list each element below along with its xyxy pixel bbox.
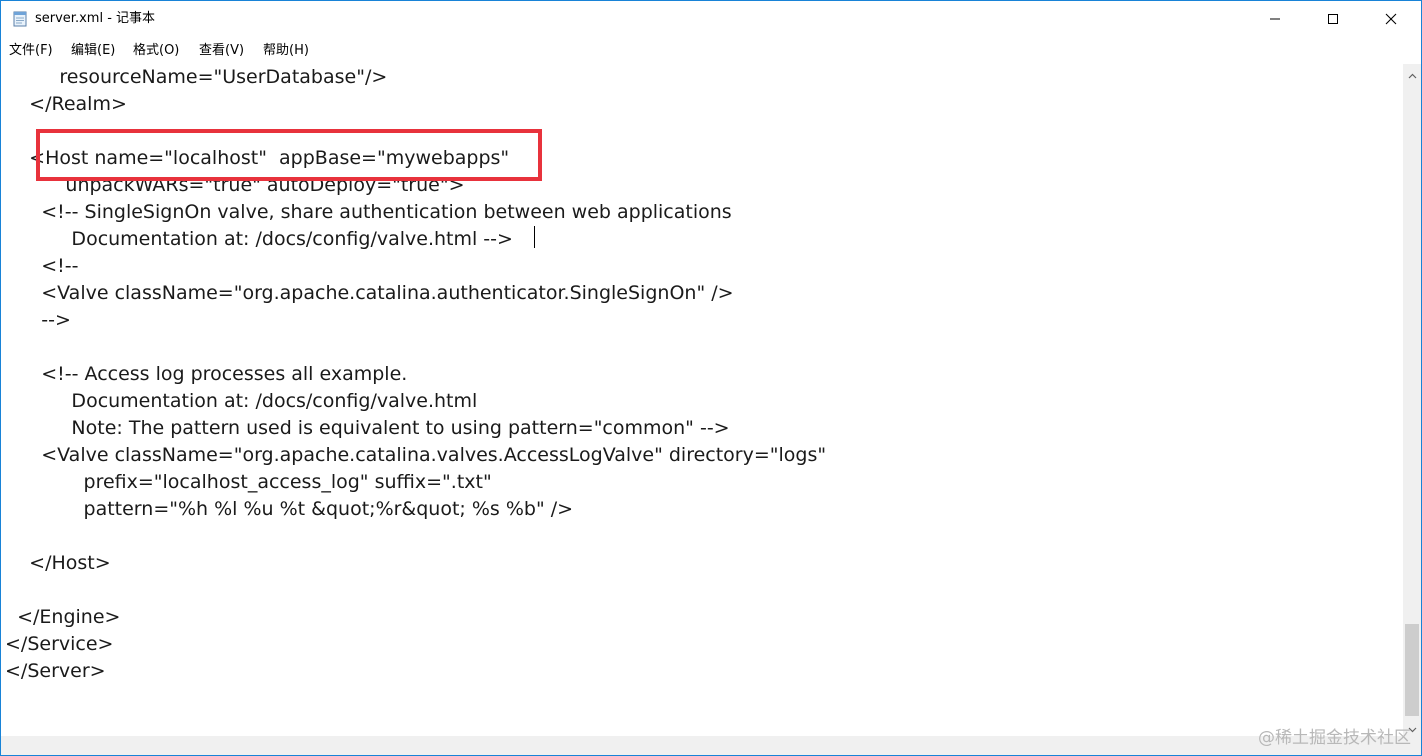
- code-line: <!--: [5, 255, 79, 277]
- notepad-icon: [12, 11, 28, 27]
- code-line: Documentation at: /docs/config/valve.htm…: [5, 228, 513, 250]
- close-icon: [1385, 10, 1397, 29]
- red-annotation-box: [36, 129, 542, 181]
- window-title: server.xml - 记事本: [35, 11, 156, 26]
- minimize-button[interactable]: [1252, 1, 1298, 37]
- scroll-up-button[interactable]: [1403, 64, 1421, 82]
- minimize-icon: [1269, 10, 1281, 29]
- watermark: @稀土掘金技术社区: [1258, 728, 1411, 748]
- text-editor-area[interactable]: resourceName="UserDatabase"/> </Realm> <…: [1, 64, 1403, 736]
- code-line: </Realm>: [5, 93, 127, 115]
- horizontal-scrollbar-area: [1, 736, 1421, 755]
- maximize-button[interactable]: [1310, 1, 1356, 37]
- text-caret: [534, 226, 535, 248]
- menu-file[interactable]: 文件(F): [9, 42, 53, 60]
- menu-help[interactable]: 帮助(H): [263, 42, 309, 60]
- code-line: resourceName="UserDatabase"/>: [5, 66, 388, 88]
- code-line: </Service>: [5, 633, 114, 655]
- title-bar[interactable]: server.xml - 记事本: [1, 1, 1421, 37]
- code-line: </Server>: [5, 660, 106, 682]
- close-button[interactable]: [1368, 1, 1414, 37]
- scrollbar-thumb[interactable]: [1405, 624, 1419, 716]
- code-line: <!-- Access log processes all example.: [5, 363, 408, 385]
- code-line: pattern="%h %l %u %t &quot;%r&quot; %s %…: [5, 498, 574, 520]
- menu-edit[interactable]: 编辑(E): [71, 42, 115, 60]
- maximize-icon: [1327, 10, 1339, 29]
- code-line: </Engine>: [5, 606, 121, 628]
- code-line: <Valve className="org.apache.catalina.va…: [5, 444, 827, 466]
- chevron-up-icon: [1408, 64, 1417, 83]
- code-line: Documentation at: /docs/config/valve.htm…: [5, 390, 478, 412]
- menu-format[interactable]: 格式(O): [133, 42, 179, 60]
- code-line: Note: The pattern used is equivalent to …: [5, 417, 730, 439]
- vertical-scrollbar[interactable]: [1403, 64, 1421, 736]
- menu-bar: 文件(F) 编辑(E) 格式(O) 查看(V) 帮助(H): [1, 38, 1421, 64]
- code-line: <!-- SingleSignOn valve, share authentic…: [5, 201, 732, 223]
- code-line: <Valve className="org.apache.catalina.au…: [5, 282, 734, 304]
- code-line: prefix="localhost_access_log" suffix=".t…: [5, 471, 492, 493]
- notepad-window: server.xml - 记事本 文件(F) 编辑(E) 格式(O) 查看(V): [0, 0, 1422, 756]
- code-line: </Host>: [5, 552, 111, 574]
- menu-view[interactable]: 查看(V): [199, 42, 244, 60]
- code-line: -->: [5, 309, 71, 331]
